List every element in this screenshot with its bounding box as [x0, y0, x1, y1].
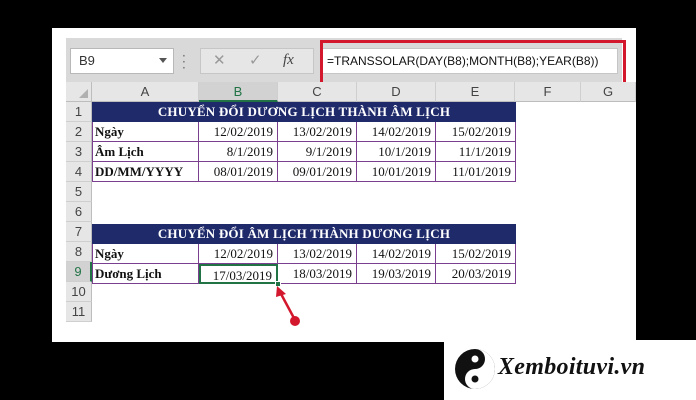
table1-cell-b4[interactable]: 08/01/2019	[199, 162, 278, 182]
table1-cell-d4[interactable]: 10/01/2019	[357, 162, 436, 182]
excel-window: B9 · · · ✕ ✓ fx =TRANSSOLAR(DAY(B8);MONTH(…	[52, 28, 636, 342]
site-logo: Xemboituvi.vn	[444, 340, 696, 400]
annotation-arrow-icon	[276, 286, 300, 326]
more-options-icon[interactable]: · · ·	[182, 50, 186, 74]
table2-label-ngay[interactable]: Ngày	[92, 244, 199, 264]
column-header-g[interactable]: G	[581, 82, 636, 102]
table1-cell-d3[interactable]: 10/1/2019	[357, 142, 436, 162]
column-header-c[interactable]: C	[278, 82, 357, 102]
table2-cell-e9[interactable]: 20/03/2019	[436, 264, 516, 284]
row-header-5[interactable]: 5	[66, 182, 92, 202]
column-header-e[interactable]: E	[436, 82, 515, 102]
chevron-down-icon[interactable]	[159, 58, 167, 63]
logo-text: Xemboituvi.vn	[498, 354, 646, 380]
row-header-10[interactable]: 10	[66, 282, 92, 302]
table1-cell-d2[interactable]: 14/02/2019	[357, 122, 436, 142]
table1-label-ddmmyyyy[interactable]: DD/MM/YYYY	[92, 162, 199, 182]
row-header-1[interactable]: 1	[66, 102, 92, 122]
table1-cell-e2[interactable]: 15/02/2019	[436, 122, 516, 142]
column-header-a[interactable]: A	[92, 82, 199, 102]
table2-cell-c9[interactable]: 18/03/2019	[278, 264, 357, 284]
formula-buttons: ✕ ✓ fx	[200, 48, 314, 74]
table2-cell-b9[interactable]: 17/03/2019	[199, 264, 278, 284]
select-all-button[interactable]	[66, 82, 92, 102]
column-header-f[interactable]: F	[515, 82, 581, 102]
table1-title[interactable]: CHUYỂN ĐỔI DƯƠNG LỊCH THÀNH ÂM LỊCH	[92, 102, 516, 122]
table2-cell-c8[interactable]: 13/02/2019	[278, 244, 357, 264]
close-icon[interactable]: ✕	[213, 51, 226, 69]
row-header-7[interactable]: 7	[66, 222, 92, 242]
column-header-d[interactable]: D	[357, 82, 436, 102]
table1-cell-c4[interactable]: 09/01/2019	[278, 162, 357, 182]
row-header-9[interactable]: 9	[66, 262, 92, 282]
table1-cell-e3[interactable]: 11/1/2019	[436, 142, 516, 162]
table2-cell-e8[interactable]: 15/02/2019	[436, 244, 516, 264]
row-header-11[interactable]: 11	[66, 302, 92, 322]
insert-function-button[interactable]: fx	[283, 52, 294, 69]
table1-cell-c2[interactable]: 13/02/2019	[278, 122, 357, 142]
table1-label-am-lich[interactable]: Âm Lịch	[92, 142, 199, 162]
formula-highlight-box	[320, 40, 626, 85]
table1-cell-c3[interactable]: 9/1/2019	[278, 142, 357, 162]
table1-cell-e4[interactable]: 11/01/2019	[436, 162, 516, 182]
row-header-8[interactable]: 8	[66, 242, 92, 262]
table2-label-duong-lich[interactable]: Dương Lịch	[92, 264, 199, 284]
check-icon[interactable]: ✓	[249, 51, 262, 69]
table2-cell-b8[interactable]: 12/02/2019	[199, 244, 278, 264]
row-header-6[interactable]: 6	[66, 202, 92, 222]
name-box-value: B9	[79, 53, 95, 68]
yin-yang-icon	[455, 349, 495, 389]
row-header-3[interactable]: 3	[66, 142, 92, 162]
table2-cell-d9[interactable]: 19/03/2019	[357, 264, 436, 284]
table1-label-ngay[interactable]: Ngày	[92, 122, 199, 142]
name-box[interactable]: B9	[70, 48, 174, 74]
row-header-2[interactable]: 2	[66, 122, 92, 142]
table2-cell-d8[interactable]: 14/02/2019	[357, 244, 436, 264]
table1-cell-b3[interactable]: 8/1/2019	[199, 142, 278, 162]
table2-title[interactable]: CHUYỂN ĐỔI ÂM LỊCH THÀNH DƯƠNG LỊCH	[92, 224, 516, 244]
table1-cell-b2[interactable]: 12/02/2019	[199, 122, 278, 142]
column-header-b[interactable]: B	[199, 82, 278, 102]
row-header-4[interactable]: 4	[66, 162, 92, 182]
